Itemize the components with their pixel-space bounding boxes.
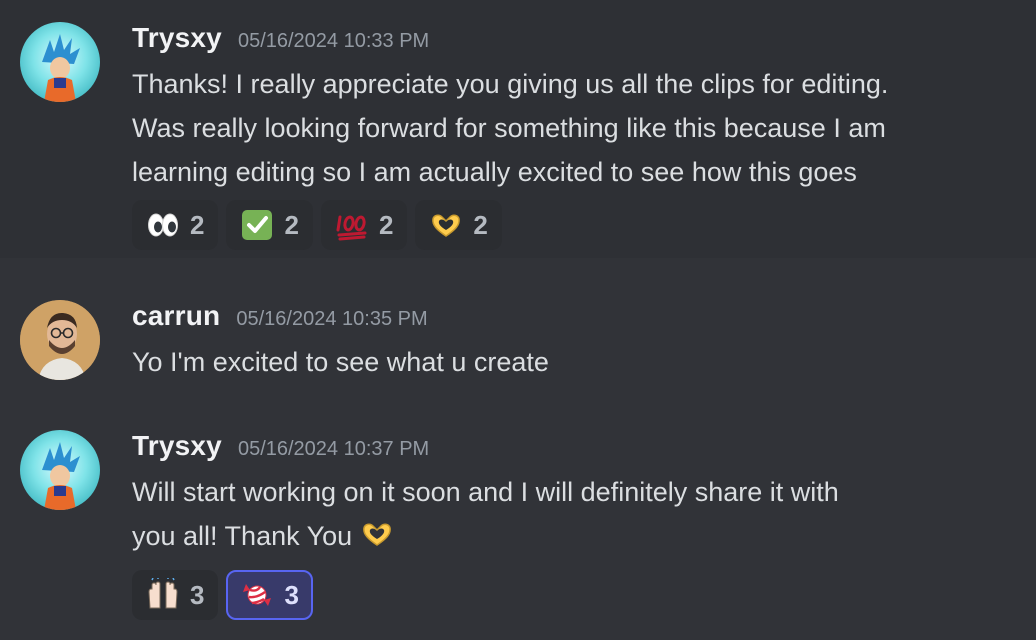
eyes-emoji-icon bbox=[146, 208, 180, 242]
reaction-hundred-points[interactable]: 2 bbox=[320, 200, 408, 250]
heart-hands-emoji-icon bbox=[429, 208, 463, 242]
user-avatar[interactable] bbox=[20, 300, 100, 380]
reaction-eyes[interactable]: 2 bbox=[132, 200, 219, 250]
heart-hands-emoji-icon bbox=[354, 517, 400, 564]
goku-avatar-icon bbox=[20, 430, 100, 510]
user-avatar[interactable] bbox=[20, 430, 100, 510]
reactions-bar: 3 3 bbox=[132, 570, 1016, 620]
reaction-heart-hands[interactable]: 2 bbox=[415, 200, 502, 250]
check-mark-emoji-icon bbox=[240, 208, 274, 242]
timestamp[interactable]: 05/16/2024 10:33 PM bbox=[238, 30, 429, 53]
message-text: Will start working on it soon and I will… bbox=[132, 470, 1016, 564]
reaction-count: 2 bbox=[190, 209, 205, 240]
message-header: carrun 05/16/2024 10:35 PM bbox=[132, 300, 1016, 340]
message-text: Thanks! I really appreciate you giving u… bbox=[132, 69, 889, 187]
reaction-candy[interactable]: 3 bbox=[226, 570, 313, 620]
message-text-content: Will start working on it soon and I will… bbox=[132, 477, 839, 551]
reaction-raising-hands[interactable]: 3 bbox=[132, 570, 219, 620]
reaction-count: 2 bbox=[378, 209, 394, 240]
reaction-count: 3 bbox=[190, 579, 205, 610]
reaction-count: 3 bbox=[284, 579, 299, 610]
username[interactable]: Trysxy bbox=[132, 430, 222, 462]
reaction-count: 2 bbox=[284, 209, 299, 240]
goku-avatar-icon bbox=[20, 22, 100, 102]
timestamp[interactable]: 05/16/2024 10:35 PM bbox=[236, 308, 427, 331]
hundred-points-emoji-icon bbox=[335, 208, 369, 242]
man-with-glasses-avatar-icon bbox=[20, 300, 100, 380]
message-text: Yo I'm excited to see what u create bbox=[132, 347, 549, 377]
message[interactable]: Trysxy 05/16/2024 10:37 PM Will start wo… bbox=[0, 410, 1036, 640]
chat-messages: Trysxy 05/16/2024 10:33 PM Thanks! I rea… bbox=[0, 0, 1036, 640]
message-header: Trysxy 05/16/2024 10:37 PM bbox=[132, 430, 1016, 470]
message[interactable]: Trysxy 05/16/2024 10:33 PM Thanks! I rea… bbox=[0, 0, 1036, 258]
username[interactable]: Trysxy bbox=[132, 22, 222, 54]
message[interactable]: carrun 05/16/2024 10:35 PM Yo I'm excite… bbox=[0, 280, 1036, 390]
timestamp[interactable]: 05/16/2024 10:37 PM bbox=[238, 438, 429, 461]
raising-hands-emoji-icon bbox=[146, 578, 180, 612]
reaction-count: 2 bbox=[473, 209, 488, 240]
user-avatar[interactable] bbox=[20, 22, 100, 102]
reaction-check-mark[interactable]: 2 bbox=[226, 200, 313, 250]
candy-emoji-icon bbox=[240, 578, 274, 612]
reactions-bar: 2 2 2 2 bbox=[132, 200, 1016, 250]
username[interactable]: carrun bbox=[132, 300, 220, 332]
message-header: Trysxy 05/16/2024 10:33 PM bbox=[132, 22, 1016, 62]
